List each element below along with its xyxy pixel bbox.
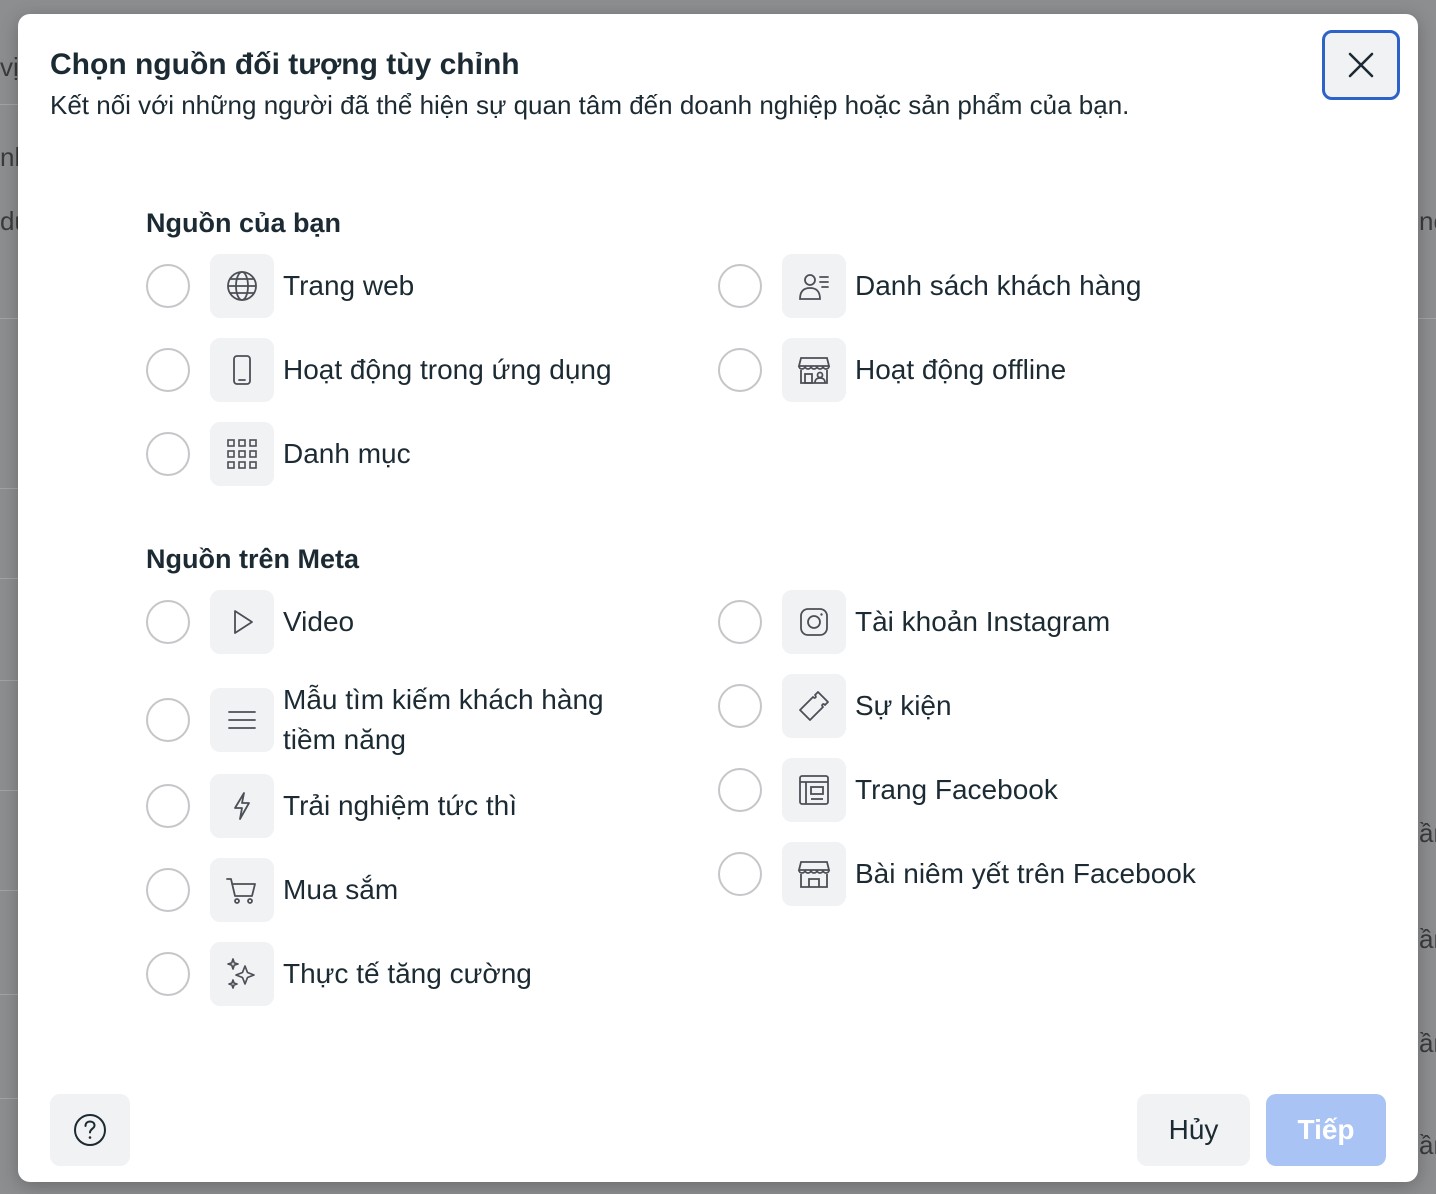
option-label: Danh sách khách hàng xyxy=(855,270,1142,301)
background-divider xyxy=(1418,318,1436,319)
option-facebook-page[interactable]: Trang Facebook xyxy=(718,758,1058,822)
option-customer-list[interactable]: Danh sách khách hàng xyxy=(718,254,1141,318)
option-label: Trang web xyxy=(283,270,415,301)
icon-box xyxy=(782,842,846,906)
globe-icon xyxy=(227,271,257,301)
shopping-cart-icon xyxy=(226,878,256,904)
facebook-page-icon xyxy=(799,775,829,805)
option-instagram-account[interactable]: Tài khoản Instagram xyxy=(718,590,1110,654)
background-divider xyxy=(0,318,18,319)
option-catalog[interactable]: Danh mục xyxy=(146,422,411,486)
icon-box xyxy=(782,254,846,318)
ticket-icon xyxy=(799,691,829,721)
option-offline-activity[interactable]: Hoạt động offline xyxy=(718,338,1066,402)
background-text: vị xyxy=(0,52,19,82)
background-text: nc xyxy=(1419,206,1436,236)
option-label: Bài niêm yết trên Facebook xyxy=(855,858,1196,889)
radio-button[interactable] xyxy=(718,348,762,392)
icon-box xyxy=(782,338,846,402)
background-divider xyxy=(0,994,18,995)
option-augmented-reality[interactable]: Thực tế tăng cường xyxy=(146,942,532,1006)
option-label: Danh mục xyxy=(283,438,411,469)
dialog-title: Chọn nguồn đối tượng tùy chỉnh xyxy=(50,48,520,81)
option-events[interactable]: Sự kiện xyxy=(718,674,952,738)
option-label: Trang Facebook xyxy=(855,774,1058,805)
option-label: Trải nghiệm tức thì xyxy=(283,790,518,821)
sparkles-icon xyxy=(227,958,255,989)
mobile-phone-icon xyxy=(233,355,251,385)
radio-button[interactable] xyxy=(146,698,190,742)
icon-box xyxy=(210,422,274,486)
option-lead-form[interactable]: Mẫu tìm kiếm khách hàng tiềm năng xyxy=(146,680,604,760)
close-icon xyxy=(1348,52,1374,78)
background-divider xyxy=(0,578,18,579)
icon-box xyxy=(210,774,274,838)
background-divider xyxy=(0,680,18,681)
background-text: ần xyxy=(1419,1130,1436,1160)
option-label-line: tiềm năng xyxy=(283,724,406,755)
next-button[interactable]: Tiếp xyxy=(1266,1094,1386,1166)
radio-button[interactable] xyxy=(146,868,190,912)
option-label-line: Mẫu tìm kiếm khách hàng xyxy=(283,684,604,715)
background-divider xyxy=(0,104,18,105)
radio-button[interactable] xyxy=(146,264,190,308)
radio-button[interactable] xyxy=(718,684,762,728)
icon-box xyxy=(210,254,274,318)
help-button[interactable] xyxy=(50,1094,130,1166)
radio-button[interactable] xyxy=(146,784,190,828)
help-icon xyxy=(74,1114,106,1146)
radio-button[interactable] xyxy=(146,432,190,476)
customer-list-icon xyxy=(799,274,829,300)
radio-button[interactable] xyxy=(146,952,190,996)
icon-box xyxy=(210,590,274,654)
background-text: ần xyxy=(1419,924,1436,954)
option-label: Tài khoản Instagram xyxy=(855,606,1111,637)
icon-box xyxy=(782,758,846,822)
close-button[interactable] xyxy=(1322,30,1400,100)
option-facebook-listings[interactable]: Bài niêm yết trên Facebook xyxy=(718,842,1196,906)
radio-button[interactable] xyxy=(718,768,762,812)
custom-audience-source-dialog: Chọn nguồn đối tượng tùy chỉnh Kết nối v… xyxy=(18,14,1418,1182)
icon-box xyxy=(210,688,274,752)
background-divider xyxy=(0,890,18,891)
icon-box xyxy=(210,858,274,922)
background-divider xyxy=(0,1098,18,1099)
option-label: Mua sắm xyxy=(283,874,399,905)
icon-box xyxy=(210,338,274,402)
radio-button[interactable] xyxy=(718,852,762,896)
cancel-button[interactable]: Hủy xyxy=(1137,1094,1250,1166)
lightning-icon xyxy=(234,792,250,820)
section-heading-meta-sources: Nguồn trên Meta xyxy=(146,544,359,574)
background-divider xyxy=(0,790,18,791)
icon-box xyxy=(782,590,846,654)
option-label: Sự kiện xyxy=(855,690,952,721)
background-text: ần xyxy=(1419,1028,1436,1058)
store-people-icon xyxy=(797,357,831,384)
option-instant-experience[interactable]: Trải nghiệm tức thì xyxy=(146,774,517,838)
option-website[interactable]: Trang web xyxy=(146,254,414,318)
background-divider xyxy=(0,488,18,489)
storefront-icon xyxy=(797,861,831,888)
radio-button[interactable] xyxy=(718,264,762,308)
radio-button[interactable] xyxy=(718,600,762,644)
option-label: Thực tế tăng cường xyxy=(283,958,532,989)
icon-box xyxy=(210,942,274,1006)
option-label: Hoạt động offline xyxy=(855,354,1067,385)
lines-icon xyxy=(228,711,256,729)
radio-button[interactable] xyxy=(146,348,190,392)
radio-button[interactable] xyxy=(146,600,190,644)
option-video[interactable]: Video xyxy=(146,590,354,654)
icon-box xyxy=(782,674,846,738)
instagram-icon xyxy=(800,608,828,636)
option-app-activity[interactable]: Hoạt động trong ứng dụng xyxy=(146,338,612,402)
play-icon xyxy=(234,610,253,634)
option-label: Video xyxy=(283,606,355,637)
option-label: Hoạt động trong ứng dụng xyxy=(283,354,612,385)
option-shopping[interactable]: Mua sắm xyxy=(146,858,398,922)
section-heading-your-sources: Nguồn của bạn xyxy=(146,208,341,238)
background-text: ần xyxy=(1419,818,1436,848)
grid-icon xyxy=(227,439,257,469)
option-label: Mẫu tìm kiếm khách hàng tiềm năng xyxy=(283,680,604,760)
dialog-subtitle: Kết nối với những người đã thể hiện sự q… xyxy=(50,90,1130,120)
